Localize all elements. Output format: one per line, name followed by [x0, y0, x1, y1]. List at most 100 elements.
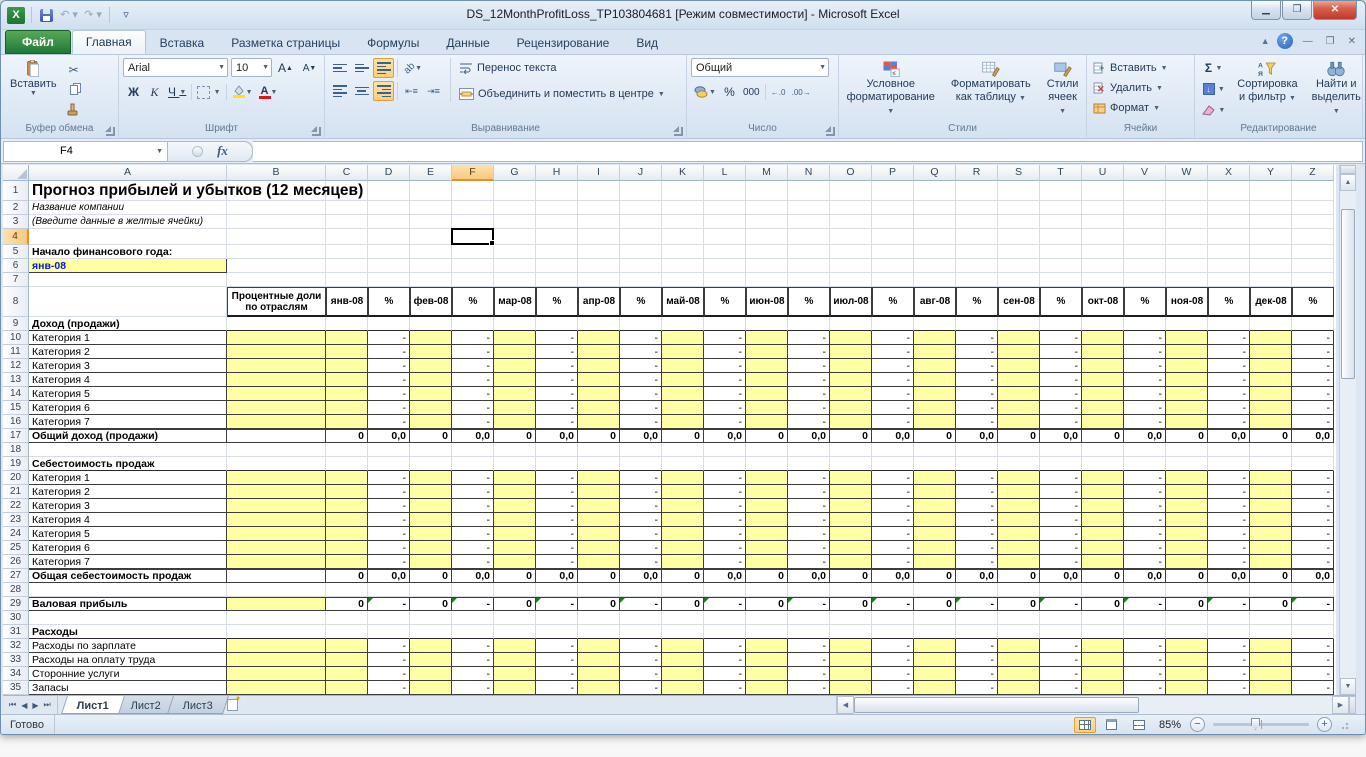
cell-W14[interactable] [1166, 387, 1208, 401]
column-header-H[interactable]: H [536, 165, 578, 181]
cell-G30[interactable] [494, 611, 536, 625]
cell-S25[interactable] [998, 541, 1040, 555]
align-left-button[interactable] [329, 81, 350, 101]
cell-K33[interactable] [662, 653, 704, 667]
cell-Y31[interactable] [1250, 625, 1292, 639]
column-header-C[interactable]: C [326, 165, 368, 181]
cell-X31[interactable] [1208, 625, 1250, 639]
cell-G16[interactable] [494, 415, 536, 429]
increase-decimal-button[interactable]: ←.0 [768, 82, 789, 102]
cell-X28[interactable] [1208, 583, 1250, 597]
cell-L18[interactable] [704, 443, 746, 457]
cell-Z3[interactable] [1292, 215, 1334, 229]
cell-V1[interactable] [1124, 181, 1166, 201]
align-right-button[interactable] [373, 81, 394, 101]
cell-D5[interactable] [368, 245, 410, 259]
cell-R33[interactable]: - [956, 653, 998, 667]
cell-E35[interactable] [410, 681, 452, 695]
cell-I17[interactable]: 0 [578, 429, 620, 443]
column-header-Z[interactable]: Z [1292, 165, 1334, 181]
cell-K12[interactable] [662, 359, 704, 373]
cell-Q12[interactable] [914, 359, 956, 373]
cell-K22[interactable] [662, 499, 704, 513]
cell-S11[interactable] [998, 345, 1040, 359]
cell-P32[interactable]: - [872, 639, 914, 653]
cell-E22[interactable] [410, 499, 452, 513]
ribbon-tab-вид[interactable]: Вид [623, 32, 671, 54]
cell-T23[interactable]: - [1040, 513, 1082, 527]
cell-X5[interactable] [1208, 245, 1250, 259]
cell-B5[interactable] [227, 245, 326, 259]
cell-V18[interactable] [1124, 443, 1166, 457]
cell-T33[interactable]: - [1040, 653, 1082, 667]
cell-N22[interactable]: - [788, 499, 830, 513]
cell-O28[interactable] [830, 583, 872, 597]
cell-S3[interactable] [998, 215, 1040, 229]
cell-R14[interactable]: - [956, 387, 998, 401]
copy-button[interactable] [64, 80, 84, 99]
cell-D4[interactable] [368, 229, 410, 245]
cell-C34[interactable] [326, 667, 368, 681]
cell-P8[interactable]: % [872, 287, 914, 317]
cell-B8[interactable]: Процентные доли по отраслям [227, 287, 326, 317]
cell-W19[interactable] [1166, 457, 1208, 471]
formula-input[interactable] [253, 141, 1363, 162]
cell-A31[interactable]: Расходы [29, 625, 227, 639]
cell-T28[interactable] [1040, 583, 1082, 597]
cell-J34[interactable]: - [620, 667, 662, 681]
cell-Q9[interactable] [914, 317, 956, 331]
cell-E21[interactable] [410, 485, 452, 499]
cell-P14[interactable]: - [872, 387, 914, 401]
cell-Y22[interactable] [1250, 499, 1292, 513]
restore-button[interactable]: ❐ [1282, 1, 1312, 20]
cell-A16[interactable]: Категория 7 [29, 415, 227, 429]
cell-G12[interactable] [494, 359, 536, 373]
zoom-in-button[interactable]: + [1317, 717, 1332, 732]
cell-K3[interactable] [662, 215, 704, 229]
cell-C13[interactable] [326, 373, 368, 387]
cell-G21[interactable] [494, 485, 536, 499]
cell-T24[interactable]: - [1040, 527, 1082, 541]
cell-B32[interactable] [227, 639, 326, 653]
cell-J31[interactable] [620, 625, 662, 639]
cell-L6[interactable] [704, 259, 746, 273]
cell-H29[interactable]: - [536, 597, 578, 611]
cell-K34[interactable] [662, 667, 704, 681]
cell-S35[interactable] [998, 681, 1040, 695]
cell-R35[interactable]: - [956, 681, 998, 695]
cell-A6[interactable]: янв-08 [29, 259, 227, 273]
cell-C32[interactable] [326, 639, 368, 653]
cell-A14[interactable]: Категория 5 [29, 387, 227, 401]
cell-H11[interactable]: - [536, 345, 578, 359]
cell-H20[interactable]: - [536, 471, 578, 485]
cell-H23[interactable]: - [536, 513, 578, 527]
cell-Z22[interactable]: - [1292, 499, 1334, 513]
page-layout-view-button[interactable] [1101, 717, 1123, 733]
cell-P34[interactable]: - [872, 667, 914, 681]
cell-W28[interactable] [1166, 583, 1208, 597]
cell-V12[interactable]: - [1124, 359, 1166, 373]
cell-Z4[interactable] [1292, 229, 1334, 245]
cell-K19[interactable] [662, 457, 704, 471]
cell-M12[interactable] [746, 359, 788, 373]
cell-N26[interactable]: - [788, 555, 830, 569]
cell-N14[interactable]: - [788, 387, 830, 401]
cell-A30[interactable] [29, 611, 227, 625]
column-header-T[interactable]: T [1040, 165, 1082, 181]
cell-U23[interactable] [1082, 513, 1124, 527]
cell-R8[interactable]: % [956, 287, 998, 317]
cell-R18[interactable] [956, 443, 998, 457]
cell-O24[interactable] [830, 527, 872, 541]
row-header-18[interactable]: 18 [3, 443, 29, 457]
cell-D12[interactable]: - [368, 359, 410, 373]
row-header-20[interactable]: 20 [3, 471, 29, 485]
cell-Z26[interactable]: - [1292, 555, 1334, 569]
cell-O5[interactable] [830, 245, 872, 259]
cell-R10[interactable]: - [956, 331, 998, 345]
cell-B7[interactable] [227, 273, 326, 287]
cell-O14[interactable] [830, 387, 872, 401]
cell-A26[interactable]: Категория 7 [29, 555, 227, 569]
cell-N34[interactable]: - [788, 667, 830, 681]
cell-W34[interactable] [1166, 667, 1208, 681]
cell-F30[interactable] [452, 611, 494, 625]
